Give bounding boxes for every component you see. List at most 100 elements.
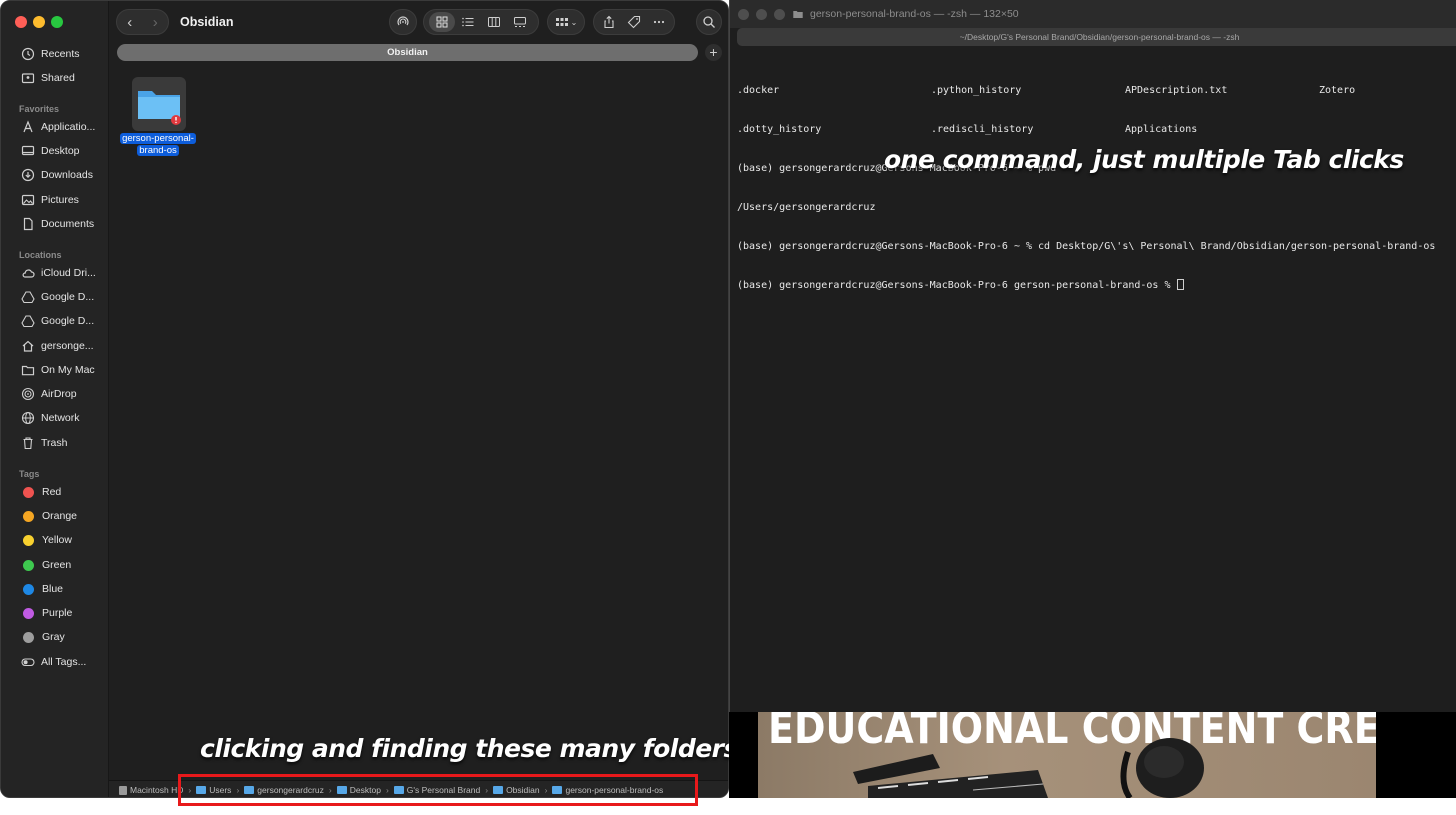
sidebar-item-recents[interactable]: Recents	[21, 43, 105, 65]
terminal-window: gerson-personal-brand-os — -zsh — 132×50…	[729, 0, 1456, 712]
zoom-button[interactable]	[51, 16, 63, 28]
ls-output-row: .dotty_history .rediscli_history Applica…	[737, 123, 1456, 136]
share-button[interactable]	[597, 12, 622, 32]
ls-entry: .dotty_history	[737, 124, 822, 135]
columns-icon	[488, 17, 500, 27]
finder-window: Recents Shared Favorites Applicatio... D…	[0, 0, 729, 798]
icon-view-button[interactable]	[429, 12, 455, 32]
terminal-zoom-button[interactable]	[774, 9, 785, 20]
more-button[interactable]	[646, 12, 671, 32]
sidebar-item-downloads[interactable]: Downloads	[21, 164, 105, 186]
home-icon	[22, 340, 34, 352]
terminal-minimize-button[interactable]	[756, 9, 767, 20]
gallery-view-button[interactable]	[507, 12, 533, 32]
tags-header: Tags	[19, 469, 40, 479]
search-button[interactable]	[696, 9, 722, 35]
terminal-line-pwd-output: /Users/gersongerardcruz	[737, 202, 876, 213]
sidebar-item-applications[interactable]: Applicatio...	[21, 116, 105, 138]
sidebar-item-network[interactable]: Network	[21, 407, 105, 429]
terminal-close-button[interactable]	[738, 9, 749, 20]
action-buttons-group	[593, 9, 675, 35]
terminal-tab[interactable]: ~/Desktop/G's Personal Brand/Obsidian/ge…	[737, 28, 1456, 46]
minimize-button[interactable]	[33, 16, 45, 28]
sidebar-item-documents[interactable]: Documents	[21, 213, 105, 235]
forward-arrow-icon[interactable]: ›	[153, 14, 158, 31]
sidebar-item-label: Applicatio...	[41, 121, 96, 133]
tag-dot-icon	[23, 534, 34, 546]
sidebar-tag-purple[interactable]: Purple	[21, 602, 105, 624]
sidebar-item-label: AirDrop	[41, 388, 77, 400]
sidebar-tag-gray[interactable]: Gray	[21, 626, 105, 648]
terminal-caption: one command, just multiple Tab clicks	[884, 145, 1404, 174]
ls-entry: .docker	[737, 85, 780, 96]
ls-entry: .rediscli_history	[931, 124, 1034, 135]
sidebar-item-label: Green	[42, 559, 72, 571]
sidebar-item-label: Shared	[41, 72, 75, 84]
sidebar-item-shared[interactable]: Shared	[21, 67, 105, 89]
finder-caption: clicking and finding these many folders	[200, 734, 738, 763]
tag-dot-icon	[23, 631, 34, 643]
all-tags-icon	[21, 658, 35, 667]
terminal-output[interactable]: .docker .python_history APDescription.tx…	[737, 58, 1456, 318]
chevron-down-icon: ⌄	[570, 17, 578, 27]
sidebar-tag-yellow[interactable]: Yellow	[21, 529, 105, 551]
terminal-title: gerson-personal-brand-os — -zsh — 132×50	[792, 8, 1019, 20]
trash-icon	[23, 437, 33, 450]
sidebar-tag-blue[interactable]: Blue	[21, 578, 105, 600]
window-title: Obsidian	[180, 15, 234, 29]
sidebar-item-label: Downloads	[41, 169, 93, 181]
sidebar-item-google-drive-2[interactable]: Google D...	[21, 310, 105, 332]
sidebar-item-pictures[interactable]: Pictures	[21, 189, 105, 211]
list-view-button[interactable]	[455, 12, 481, 32]
new-tab-button[interactable]: +	[705, 44, 722, 61]
folder-icon	[21, 365, 35, 376]
close-button[interactable]	[15, 16, 27, 28]
terminal-cursor	[1176, 279, 1184, 290]
download-icon	[21, 168, 35, 182]
finder-toolbar: ‹ › Obsidian ⌄	[109, 1, 728, 43]
grid-icon	[436, 16, 448, 28]
pictures-icon	[21, 194, 35, 206]
airdrop-button[interactable]	[389, 9, 417, 35]
sidebar-item-desktop[interactable]: Desktop	[21, 140, 105, 162]
sidebar-item-home[interactable]: gersonge...	[21, 335, 105, 357]
sidebar-tag-green[interactable]: Green	[21, 554, 105, 576]
folder-name-label: gerson-personal- brand-os	[117, 133, 199, 157]
drive-icon	[21, 315, 35, 328]
folder-item-gerson-personal-brand-os[interactable]: gerson-personal- brand-os	[117, 77, 199, 161]
sidebar-tag-orange[interactable]: Orange	[21, 505, 105, 527]
sidebar-item-label: Network	[41, 412, 80, 424]
sidebar-item-label: All Tags...	[41, 656, 87, 668]
tag-button[interactable]	[622, 12, 647, 32]
group-by-button[interactable]: ⌄	[547, 9, 585, 35]
sidebar-item-label: Desktop	[41, 145, 80, 157]
folder-name-line2: brand-os	[137, 145, 179, 156]
sidebar-item-icloud-drive[interactable]: iCloud Dri...	[21, 262, 105, 284]
search-icon	[703, 16, 715, 28]
folder-name-line1: gerson-personal-	[120, 133, 196, 144]
column-view-button[interactable]	[481, 12, 507, 32]
sidebar-item-airdrop[interactable]: AirDrop	[21, 383, 105, 405]
folder-selection-bg	[132, 77, 186, 131]
path-bar-highlight-box	[178, 774, 698, 806]
sidebar-item-on-my-mac[interactable]: On My Mac	[21, 359, 105, 381]
terminal-prompt-line: (base) gersongerardcruz@Gersons-MacBook-…	[737, 279, 1456, 292]
sidebar-item-google-drive-1[interactable]: Google D...	[21, 286, 105, 308]
sidebar-all-tags[interactable]: All Tags...	[21, 651, 105, 673]
sidebar-item-trash[interactable]: Trash	[21, 432, 105, 454]
sidebar-item-label: Trash	[41, 437, 68, 449]
background-gap	[729, 712, 758, 798]
back-arrow-icon[interactable]: ‹	[127, 14, 132, 31]
tab-obsidian[interactable]: Obsidian	[117, 44, 698, 61]
gallery-icon	[514, 17, 526, 27]
path-crumb-macintosh-hd[interactable]: Macintosh HD	[119, 785, 183, 795]
background-right-edge	[1376, 712, 1456, 798]
sidebar-tag-red[interactable]: Red	[21, 481, 105, 503]
favorites-header: Favorites	[19, 104, 60, 114]
sidebar-item-label: Yellow	[42, 534, 72, 546]
sidebar-item-label: On My Mac	[41, 364, 95, 376]
ls-entry: .python_history	[931, 85, 1022, 96]
sidebar-item-label: Google D...	[41, 291, 95, 303]
sidebar-item-label: gersonge...	[41, 340, 94, 352]
document-icon	[23, 217, 33, 231]
